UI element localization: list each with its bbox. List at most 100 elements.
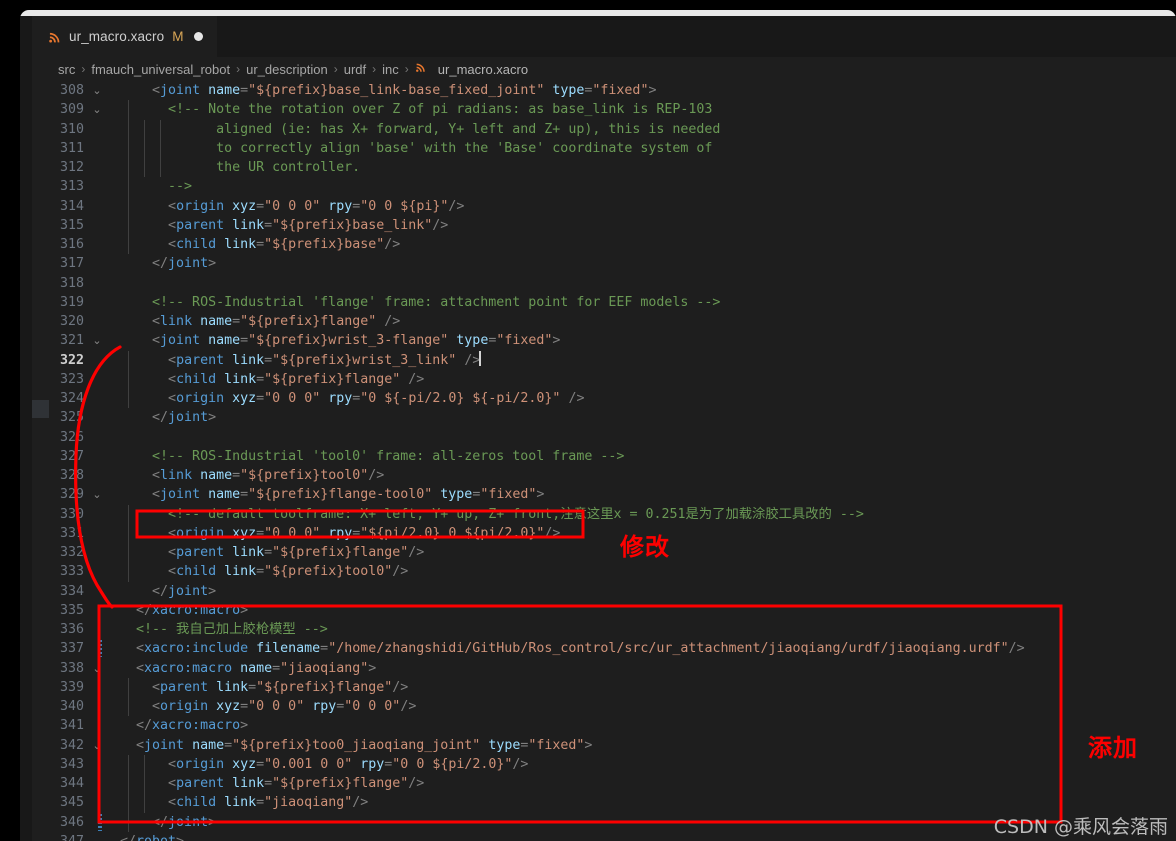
code-line[interactable]: 320 <link name="${prefix}flange" /> [32, 312, 1176, 331]
code-line[interactable]: 322 <parent link="${prefix}wrist_3_link"… [32, 350, 1176, 370]
code-line[interactable]: 310 aligned (ie: has X+ forward, Y+ left… [32, 119, 1176, 139]
code-line[interactable]: 325 </joint> [32, 408, 1176, 427]
token-tag: parent [176, 545, 225, 560]
code-line[interactable]: 330 <!-- default toolframe: X+ left, Y+ … [32, 504, 1176, 524]
editor-tab-ur-macro-xacro[interactable]: ur_macro.xacro M [32, 16, 218, 57]
token-str: "0 0 0" [264, 525, 321, 541]
editor-scroll-thumb[interactable] [32, 400, 49, 418]
code-line[interactable]: 309 ⌄ <!-- Note the rotation over Z of pi… [32, 100, 1176, 120]
code-line[interactable]: 347 </robot> [32, 832, 1176, 841]
code-line[interactable]: 346 </joint> [32, 812, 1176, 832]
token-tag: origin [176, 198, 225, 214]
token-punc: < [168, 371, 177, 387]
fold-chevron-down-icon[interactable]: ⌄ [90, 81, 104, 100]
token-punc: > [176, 834, 184, 841]
token-str: "0 ${-pi/2.0} ${-pi/2.0}" [360, 391, 561, 406]
code-line[interactable]: 344 <parent link="${prefix}flange"/> [32, 774, 1176, 794]
code-line-text: <origin xyz="0 0 0" rpy="0 0 0"/> [120, 697, 416, 716]
token-tag: parent [176, 776, 225, 791]
code-line-text: <joint name="${prefix}base_link-base_fix… [120, 81, 656, 100]
token-attr: link [224, 371, 257, 387]
fold-chevron-down-icon[interactable]: ⌄ [90, 331, 104, 350]
token-punc: < [152, 83, 161, 98]
code-line[interactable]: 343 <origin xyz="0.001 0 0" rpy="0 0 ${p… [32, 754, 1176, 774]
breadcrumb-item-3[interactable]: urdf [344, 62, 366, 77]
code-line-text: <child link="jiaoqiang"/> [120, 793, 368, 812]
fold-chevron-down-icon[interactable]: ⌄ [90, 485, 104, 504]
token-com: --> [168, 179, 193, 195]
breadcrumb-item-1[interactable]: fmauch_universal_robot [91, 62, 230, 77]
code-line[interactable]: 318 [32, 274, 1176, 293]
code-line[interactable]: 313 --> [32, 177, 1176, 197]
line-number: 329 [59, 487, 84, 503]
code-line[interactable]: 341 </xacro:macro> [32, 716, 1176, 735]
code-line[interactable]: 321 ⌄ <joint name="${prefix}wrist_3-flang… [32, 331, 1176, 350]
code-line[interactable]: 323 <child link="${prefix}flange" /> [32, 369, 1176, 389]
code-line[interactable]: 337 <xacro:include filename="/home/zhang… [32, 639, 1176, 658]
token-attr: xyz [232, 391, 257, 406]
code-line[interactable]: 316 <child link="${prefix}base"/> [32, 235, 1176, 255]
token-punc: = [264, 776, 273, 791]
code-line[interactable]: 326 [32, 428, 1176, 447]
breadcrumb-item-2[interactable]: ur_description [246, 62, 328, 77]
code-line[interactable]: 312 the UR controller. [32, 158, 1176, 178]
text-cursor [479, 350, 481, 366]
fold-chevron-down-icon[interactable]: ⌄ [90, 659, 104, 678]
token-str: "${prefix}tool0" [240, 468, 369, 483]
code-line[interactable]: 324 <origin xyz="0 0 0" rpy="0 ${-pi/2.0… [32, 389, 1176, 409]
code-line[interactable]: 339 <parent link="${prefix}flange"/> [32, 677, 1176, 697]
fold-chevron-down-icon[interactable]: ⌄ [90, 736, 104, 755]
code-line[interactable]: 335 </xacro:macro> [32, 601, 1176, 620]
code-line[interactable]: 331 <origin xyz="0 0 0" rpy="${pi/2.0} 0… [32, 523, 1176, 543]
code-line[interactable]: 308 ⌄ <joint name="${prefix}base_link-bas… [32, 81, 1176, 100]
code-line[interactable]: 334 </joint> [32, 582, 1176, 601]
code-line[interactable]: 317 </joint> [32, 254, 1176, 273]
token-punc: > [208, 814, 217, 830]
code-line[interactable]: 345 <child link="jiaoqiang"/> [32, 793, 1176, 813]
code-line[interactable]: 332 <parent link="${prefix}flange"/> [32, 543, 1176, 563]
breadcrumb-item-4[interactable]: inc [382, 62, 399, 77]
code-line[interactable]: 333 <child link="${prefix}tool0"/> [32, 562, 1176, 582]
code-line[interactable]: 315 <parent link="${prefix}base_link"/> [32, 215, 1176, 235]
token-punc: /> [408, 545, 425, 560]
breadcrumb-item-5[interactable]: ur_macro.xacro [438, 62, 528, 77]
code-line-text: <!-- default toolframe: X+ left, Y+ up, … [120, 505, 864, 524]
breadcrumb-separator: › [372, 62, 377, 76]
token-punc: </ [136, 718, 153, 734]
code-line[interactable]: 340 <origin xyz="0 0 0" rpy="0 0 0"/> [32, 697, 1176, 717]
line-number: 344 [59, 776, 84, 791]
token-attr: type [440, 487, 473, 503]
breadcrumb-item-0[interactable]: src [58, 62, 75, 77]
line-number: 328 [59, 468, 84, 483]
code-line[interactable]: 319 <!-- ROS-Industrial 'flange' frame: … [32, 293, 1176, 312]
token-str: "jiaoqiang" [280, 660, 369, 676]
code-line[interactable]: 314 <origin xyz="0 0 0" rpy="0 0 ${pi}"/… [32, 196, 1176, 216]
code-line[interactable]: 328 <link name="${prefix}tool0"/> [32, 466, 1176, 485]
line-number: 332 [59, 545, 84, 560]
code-line-text: <origin xyz="0 0 0" rpy="${pi/2.0} 0 ${p… [120, 524, 560, 543]
editor-tab-dirty-dot[interactable] [194, 32, 204, 41]
token-punc: = [240, 83, 249, 98]
fold-chevron-down-icon[interactable]: ⌄ [90, 100, 104, 119]
token-punc: = [224, 737, 233, 753]
code-line-text: --> [120, 177, 192, 196]
code-line-text: </joint> [120, 813, 216, 832]
code-editor[interactable]: 308 ⌄ <joint name="${prefix}base_link-bas… [32, 81, 1176, 841]
code-line[interactable]: 338 ⌄ <xacro:macro name="jiaoqiang"> [32, 659, 1176, 678]
code-line[interactable]: 336 <!-- 我自己加上胶枪模型 --> [32, 620, 1176, 639]
code-line[interactable]: 327 <!-- ROS-Industrial 'tool0' frame: a… [32, 447, 1176, 466]
code-line[interactable]: 329 ⌄ <joint name="${prefix}flange-tool0"… [32, 485, 1176, 504]
code-line-text: <xacro:macro name="jiaoqiang"> [120, 659, 376, 678]
code-line[interactable]: 311 to correctly align 'base' with the '… [32, 138, 1176, 158]
code-line[interactable]: 342 ⌄ <joint name="${prefix}too0_jiaoqian… [32, 736, 1176, 755]
token-attr: link [224, 564, 257, 580]
token-punc: < [152, 314, 161, 329]
editor-tab-label: ur_macro.xacro [69, 29, 165, 44]
